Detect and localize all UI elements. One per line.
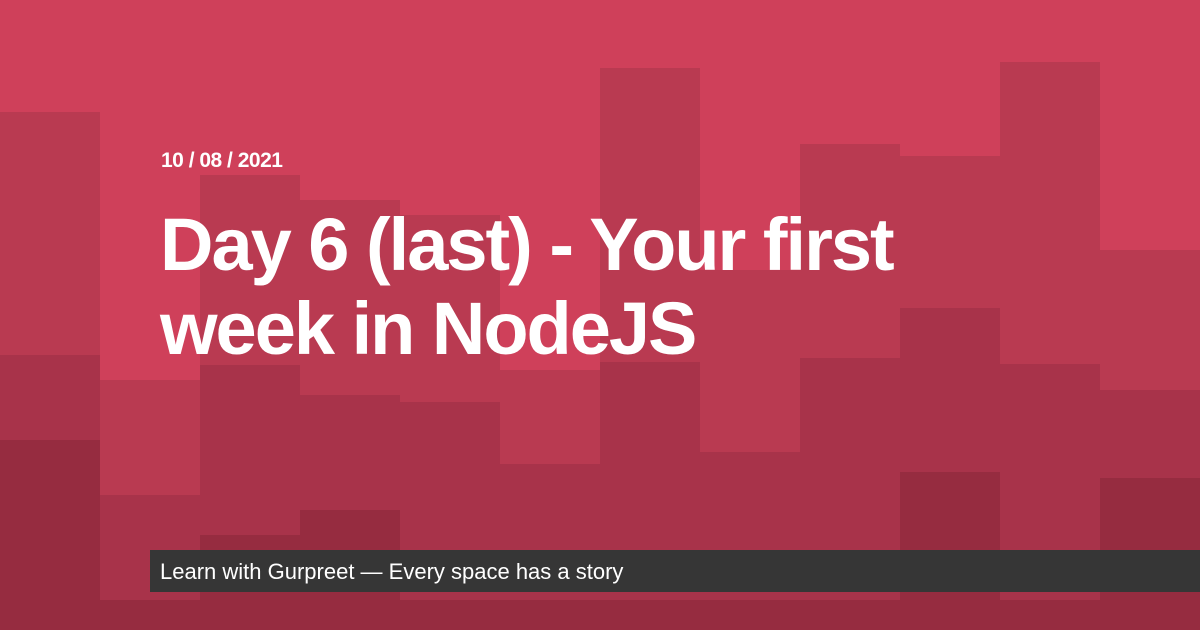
post-title: Day 6 (last) - Your first week in NodeJS: [160, 203, 895, 370]
footer-tagline: Learn with Gurpreet — Every space has a …: [160, 559, 624, 584]
post-date: 10 / 08 / 2021: [161, 149, 283, 172]
footer-bar: Learn with Gurpreet — Every space has a …: [150, 550, 1200, 592]
